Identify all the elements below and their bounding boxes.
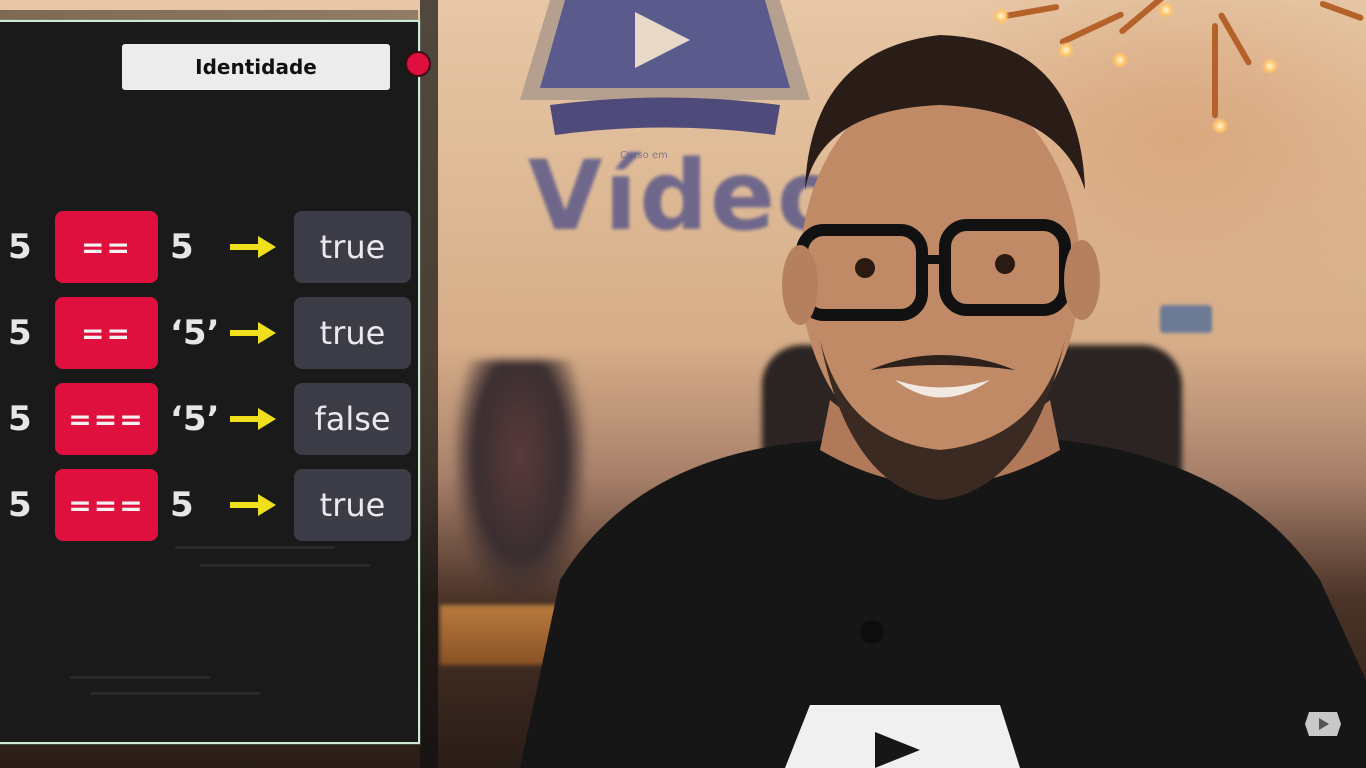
left-operand: 5 — [8, 313, 32, 353]
left-operand: 5 — [8, 227, 32, 267]
slide-panel — [0, 20, 420, 744]
comparison-row: 5 === ‘5’ false — [0, 383, 420, 455]
operator-badge: === — [55, 469, 158, 541]
right-operand: ‘5’ — [170, 399, 220, 439]
presenter — [520, 35, 1366, 768]
result-badge: false — [294, 383, 411, 455]
right-arrow-icon — [230, 494, 276, 516]
right-arrow-icon — [230, 408, 276, 430]
result-badge: true — [294, 211, 411, 283]
left-operand: 5 — [8, 399, 32, 439]
play-badge-icon[interactable] — [1303, 708, 1343, 740]
operator-badge: === — [55, 383, 158, 455]
result-badge: true — [294, 469, 411, 541]
ghost-line — [90, 692, 260, 695]
comparison-row: 5 == ‘5’ true — [0, 297, 420, 369]
right-operand: ‘5’ — [170, 313, 220, 353]
comparison-row: 5 === 5 true — [0, 469, 420, 541]
result-badge: true — [294, 297, 411, 369]
left-operand: 5 — [8, 485, 32, 525]
operator-badge: == — [55, 211, 158, 283]
right-arrow-icon — [230, 322, 276, 344]
slide-title: Identidade — [122, 44, 390, 90]
ghost-line — [175, 546, 335, 549]
record-dot-icon — [405, 51, 431, 77]
right-operand: 5 — [170, 227, 194, 267]
right-arrow-icon — [230, 236, 276, 258]
right-operand: 5 — [170, 485, 194, 525]
panel-shadow — [420, 0, 438, 768]
panel-top-strip — [0, 10, 418, 20]
ghost-line — [200, 564, 370, 567]
operator-badge: == — [55, 297, 158, 369]
lamp-bulb — [1158, 2, 1174, 18]
ghost-line — [70, 676, 210, 679]
comparison-row: 5 == 5 true — [0, 211, 420, 283]
